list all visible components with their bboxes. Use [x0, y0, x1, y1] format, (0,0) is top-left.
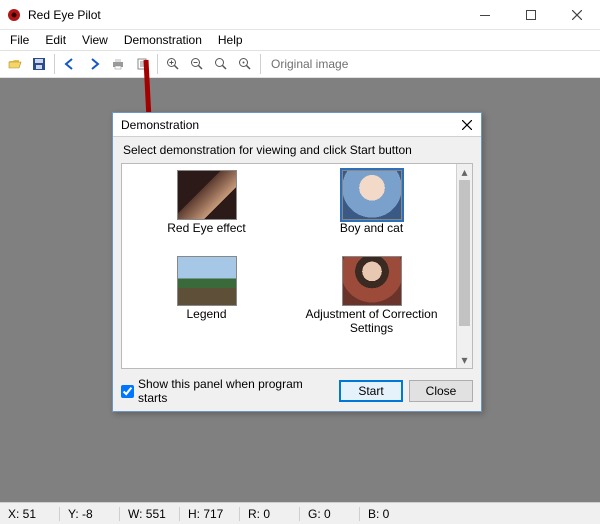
original-image-label[interactable]: Original image — [265, 57, 354, 71]
zoom-100-icon — [237, 56, 253, 72]
status-r: R: 0 — [240, 507, 300, 521]
maximize-button[interactable] — [508, 0, 554, 30]
show-panel-checkbox[interactable]: Show this panel when program starts — [121, 377, 333, 405]
minimize-button[interactable] — [462, 0, 508, 30]
titlebar: Red Eye Pilot — [0, 0, 600, 30]
zoom-fit-button[interactable] — [210, 53, 232, 75]
status-h: H: 717 — [180, 507, 240, 521]
close-button-dialog[interactable]: Close — [409, 380, 473, 402]
zoom-in-icon — [165, 56, 181, 72]
settings-button[interactable] — [131, 53, 153, 75]
status-x: X: 51 — [0, 507, 60, 521]
statusbar: X: 51 Y: -8 W: 551 H: 717 R: 0 G: 0 B: 0 — [0, 502, 600, 524]
print-button[interactable] — [107, 53, 129, 75]
demo-list-scrollbar[interactable]: ▴ ▾ — [456, 164, 472, 368]
demo-label: Red Eye effect — [167, 222, 246, 236]
demo-list: Red Eye effect Boy and cat Legend Adjust… — [121, 163, 473, 369]
zoom-out-button[interactable] — [186, 53, 208, 75]
app-title: Red Eye Pilot — [28, 8, 101, 22]
dialog-bottom: Show this panel when program starts Star… — [113, 373, 481, 411]
save-button[interactable] — [28, 53, 50, 75]
demonstration-dialog: Demonstration Select demonstration for v… — [112, 112, 482, 412]
demo-label: Adjustment of Correction Settings — [302, 308, 442, 336]
workspace: Demonstration Select demonstration for v… — [0, 78, 600, 502]
maximize-icon — [526, 10, 536, 20]
menu-edit[interactable]: Edit — [37, 32, 74, 48]
show-panel-check[interactable] — [121, 385, 134, 398]
scroll-down-icon[interactable]: ▾ — [457, 352, 472, 368]
demo-thumbnail — [342, 256, 402, 306]
zoom-in-button[interactable] — [162, 53, 184, 75]
arrow-left-icon — [63, 57, 77, 71]
floppy-icon — [31, 56, 47, 72]
close-button[interactable] — [554, 0, 600, 30]
dialog-instruction: Select demonstration for viewing and cli… — [113, 137, 481, 161]
forward-button[interactable] — [83, 53, 105, 75]
demo-item-red-eye[interactable]: Red Eye effect — [124, 170, 289, 236]
zoom-actual-button[interactable] — [234, 53, 256, 75]
status-w: W: 551 — [120, 507, 180, 521]
status-g: G: 0 — [300, 507, 360, 521]
demo-item-adjustment[interactable]: Adjustment of Correction Settings — [289, 256, 454, 336]
close-icon — [462, 120, 472, 130]
toolbar-separator — [54, 54, 55, 74]
zoom-out-icon — [189, 56, 205, 72]
start-button[interactable]: Start — [339, 380, 403, 402]
demo-label: Legend — [186, 308, 226, 322]
show-panel-label: Show this panel when program starts — [138, 377, 333, 405]
back-button[interactable] — [59, 53, 81, 75]
toolbar: Original image — [0, 50, 600, 78]
open-button[interactable] — [4, 53, 26, 75]
dialog-titlebar: Demonstration — [113, 113, 481, 137]
toolbar-separator — [157, 54, 158, 74]
minimize-icon — [480, 10, 490, 20]
zoom-fit-icon — [213, 56, 229, 72]
close-icon — [572, 10, 582, 20]
demo-thumbnail — [342, 170, 402, 220]
dialog-title: Demonstration — [121, 118, 455, 132]
scroll-up-icon[interactable]: ▴ — [457, 164, 472, 180]
demo-label: Boy and cat — [340, 222, 403, 236]
folder-open-icon — [7, 56, 23, 72]
status-b: B: 0 — [360, 507, 420, 521]
menu-demonstration[interactable]: Demonstration — [116, 32, 210, 48]
menu-view[interactable]: View — [74, 32, 116, 48]
toolbar-separator — [260, 54, 261, 74]
arrow-right-icon — [87, 57, 101, 71]
document-icon — [135, 57, 149, 71]
dialog-close-button[interactable] — [455, 115, 479, 135]
demo-thumbnail — [177, 256, 237, 306]
menubar: File Edit View Demonstration Help — [0, 30, 600, 50]
menu-file[interactable]: File — [2, 32, 37, 48]
printer-icon — [110, 56, 126, 72]
menu-help[interactable]: Help — [210, 32, 251, 48]
demo-item-boy-and-cat[interactable]: Boy and cat — [289, 170, 454, 236]
status-y: Y: -8 — [60, 507, 120, 521]
app-icon — [6, 7, 22, 23]
scroll-thumb[interactable] — [459, 180, 470, 326]
demo-item-legend[interactable]: Legend — [124, 256, 289, 336]
demo-thumbnail — [177, 170, 237, 220]
